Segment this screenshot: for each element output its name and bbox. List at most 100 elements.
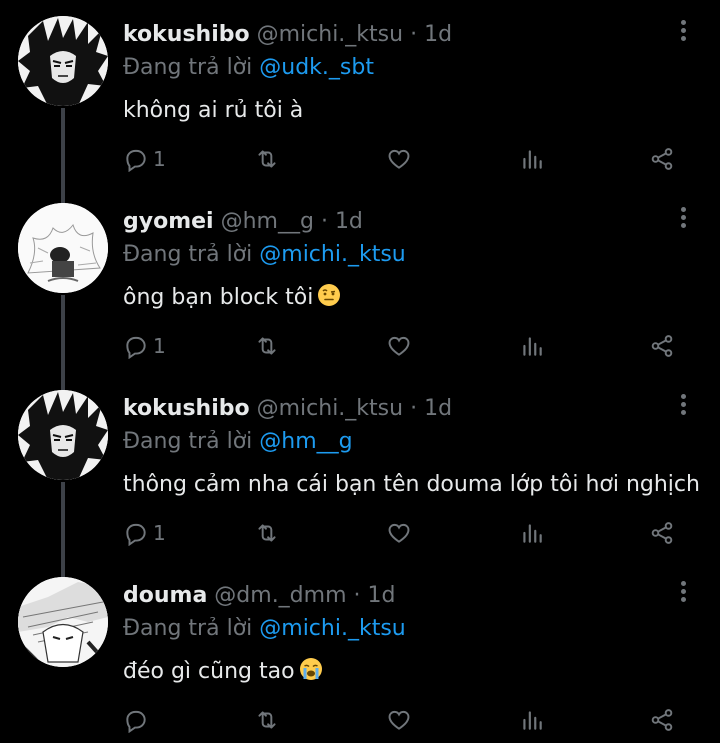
action-bar: 1 — [123, 331, 683, 361]
views-button[interactable] — [519, 705, 545, 735]
more-vertical-icon[interactable] — [678, 20, 688, 46]
more-vertical-icon[interactable] — [678, 581, 688, 607]
reply-icon — [126, 710, 146, 733]
display-name[interactable]: douma — [123, 583, 207, 608]
replying-to: Đang trả lời @hm__g — [123, 427, 353, 457]
like-button[interactable] — [386, 144, 412, 174]
separator-dot: · — [410, 22, 418, 47]
heart-icon — [388, 149, 410, 169]
share-icon — [651, 148, 673, 170]
like-button[interactable] — [386, 331, 412, 361]
reply-count: 1 — [153, 334, 166, 358]
heart-icon — [388, 336, 410, 356]
timestamp[interactable]: 1d — [424, 396, 452, 421]
share-button[interactable] — [649, 331, 675, 361]
reply-mention[interactable]: @hm__g — [259, 429, 352, 454]
views-button[interactable] — [519, 518, 545, 548]
reply-button[interactable]: 1 — [123, 144, 166, 174]
reply-prefix: Đang trả lời — [123, 616, 253, 641]
tweet-text-content: không ai rủ tôi à — [123, 98, 304, 123]
reply-icon — [126, 336, 146, 359]
tweet[interactable]: gyomei @hm__g · 1d Đang trả lời @michi._… — [0, 187, 720, 374]
display-name[interactable]: kokushibo — [123, 396, 250, 421]
user-handle[interactable]: @hm__g — [221, 209, 314, 234]
views-icon — [523, 337, 542, 356]
retweet-icon — [258, 150, 276, 168]
reply-icon — [126, 523, 146, 546]
tweet-header: kokushibo @michi._ktsu · 1d — [123, 20, 452, 50]
separator-dot: · — [410, 396, 418, 421]
share-button[interactable] — [649, 705, 675, 735]
kokushibo-avatar[interactable] — [18, 390, 108, 480]
retweet-icon — [258, 337, 276, 355]
reply-prefix: Đang trả lời — [123, 242, 253, 267]
share-icon — [651, 335, 673, 357]
timestamp[interactable]: 1d — [335, 209, 363, 234]
retweet-icon — [258, 711, 276, 729]
retweet-button[interactable] — [254, 518, 280, 548]
reply-thread: kokushibo @michi._ktsu · 1d Đang trả lời… — [0, 0, 720, 743]
reply-button[interactable]: 1 — [123, 518, 166, 548]
action-bar: 1 — [123, 144, 683, 174]
timestamp[interactable]: 1d — [424, 22, 452, 47]
heart-icon — [388, 710, 410, 730]
replying-to: Đang trả lời @michi._ktsu — [123, 240, 406, 270]
retweet-button[interactable] — [254, 331, 280, 361]
reply-count: 1 — [153, 521, 166, 545]
more-vertical-icon[interactable] — [678, 394, 688, 420]
replying-to: Đang trả lời @udk._sbt — [123, 53, 374, 83]
share-icon — [651, 522, 673, 544]
action-bar — [123, 705, 683, 735]
display-name[interactable]: gyomei — [123, 209, 214, 234]
share-button[interactable] — [649, 518, 675, 548]
user-handle[interactable]: @dm._dmm — [214, 583, 346, 608]
tweet-text-content: ông bạn block tôi — [123, 285, 314, 310]
user-handle[interactable]: @michi._ktsu — [257, 396, 403, 421]
tweet-header: kokushibo @michi._ktsu · 1d — [123, 394, 452, 424]
reply-mention[interactable]: @michi._ktsu — [259, 616, 405, 641]
tweet-text: thông cảm nha cái bạn tên douma lớp tôi … — [123, 468, 700, 502]
tweet-text: ông bạn block tôi — [123, 281, 341, 315]
like-button[interactable] — [386, 705, 412, 735]
user-handle[interactable]: @michi._ktsu — [257, 22, 403, 47]
reply-mention[interactable]: @michi._ktsu — [259, 242, 405, 267]
separator-dot: · — [320, 209, 328, 234]
retweet-button[interactable] — [254, 705, 280, 735]
kokushibo-avatar[interactable] — [18, 16, 108, 106]
reply-prefix: Đang trả lời — [123, 429, 253, 454]
gyomei-avatar[interactable] — [18, 203, 108, 293]
share-icon — [651, 709, 673, 731]
views-button[interactable] — [519, 331, 545, 361]
tweet[interactable]: kokushibo @michi._ktsu · 1d Đang trả lời… — [0, 374, 720, 561]
action-bar: 1 — [123, 518, 683, 548]
reply-prefix: Đang trả lời — [123, 55, 253, 80]
tweet-text-content: đéo gì cũng tao — [123, 659, 295, 684]
tweet[interactable]: kokushibo @michi._ktsu · 1d Đang trả lời… — [0, 0, 720, 187]
tweet[interactable]: douma @dm._dmm · 1d Đang trả lời @michi.… — [0, 561, 720, 743]
like-button[interactable] — [386, 518, 412, 548]
raised-eyebrow-emoji — [318, 284, 341, 306]
display-name[interactable]: kokushibo — [123, 22, 250, 47]
views-icon — [523, 150, 542, 169]
reply-button[interactable]: 1 — [123, 331, 166, 361]
views-icon — [523, 711, 542, 730]
tweet-header: gyomei @hm__g · 1d — [123, 207, 363, 237]
loudly-crying-emoji — [299, 658, 322, 680]
reply-icon — [126, 149, 146, 172]
tweet-text-content: thông cảm nha cái bạn tên douma lớp tôi … — [123, 472, 700, 497]
heart-icon — [388, 523, 410, 543]
reply-mention[interactable]: @udk._sbt — [259, 55, 374, 80]
replying-to: Đang trả lời @michi._ktsu — [123, 614, 406, 644]
reply-count: 1 — [153, 147, 166, 171]
separator-dot: · — [353, 583, 361, 608]
retweet-button[interactable] — [254, 144, 280, 174]
douma-avatar[interactable] — [18, 577, 108, 667]
timestamp[interactable]: 1d — [368, 583, 396, 608]
tweet-header: douma @dm._dmm · 1d — [123, 581, 395, 611]
share-button[interactable] — [649, 144, 675, 174]
more-vertical-icon[interactable] — [678, 207, 688, 233]
views-icon — [523, 524, 542, 543]
tweet-text: đéo gì cũng tao — [123, 655, 323, 689]
views-button[interactable] — [519, 144, 545, 174]
reply-button[interactable] — [123, 705, 153, 735]
